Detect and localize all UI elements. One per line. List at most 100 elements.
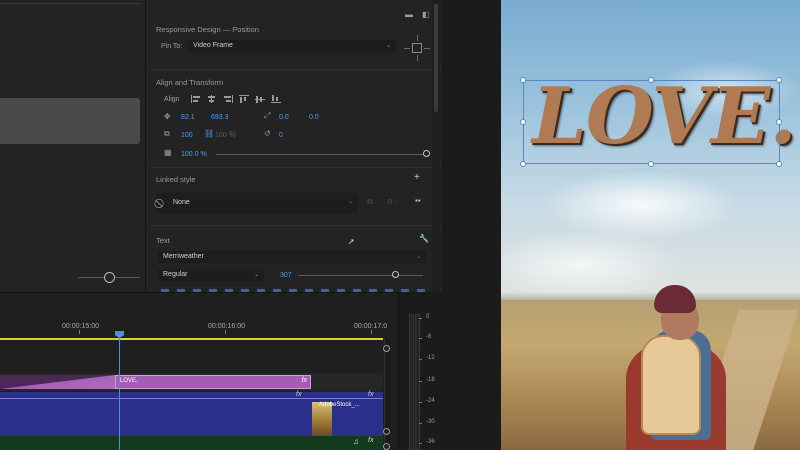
align-transform-title: Align and Transform bbox=[156, 78, 224, 87]
timecode-label: 00:00:17:0 bbox=[354, 323, 388, 330]
scale-icon: ⧉ bbox=[164, 129, 170, 138]
wrench-icon[interactable]: 🔧 bbox=[419, 235, 429, 243]
meter-channel-left bbox=[409, 314, 414, 450]
pin-to-label: Pin To: bbox=[161, 43, 183, 50]
playhead-handle[interactable] bbox=[115, 331, 124, 338]
panel-divider bbox=[0, 0, 140, 4]
chevron-down-icon: ⌄ bbox=[394, 199, 400, 205]
text-section-title: Text bbox=[156, 236, 170, 245]
db-tick bbox=[419, 359, 422, 360]
align-top-icon[interactable] bbox=[239, 95, 249, 103]
transform-handle[interactable] bbox=[776, 119, 782, 125]
font-family-dropdown[interactable]: Merriweather ⌄ bbox=[158, 251, 426, 263]
align-label: Align bbox=[164, 96, 180, 103]
position-x-value[interactable]: 82.1 bbox=[181, 114, 195, 121]
db-label: -18 bbox=[426, 377, 435, 383]
fx-badge[interactable]: fx bbox=[296, 391, 301, 398]
font-size-slider-knob[interactable] bbox=[392, 271, 399, 278]
transform-handle[interactable] bbox=[520, 119, 526, 125]
fx-badge[interactable]: fx bbox=[368, 391, 373, 398]
divider bbox=[151, 225, 441, 226]
responsive-design-title: Responsive Design — Position bbox=[156, 25, 259, 34]
clip-label: LOVE. bbox=[120, 378, 138, 384]
font-style-value: Regular bbox=[163, 271, 188, 278]
audio-meters: 0 -6 -12 -18 -24 -30 -36 bbox=[398, 292, 442, 450]
opacity-slider-knob[interactable] bbox=[423, 150, 430, 157]
essential-graphics-panel: ▬ ◧ Responsive Design — Position Pin To:… bbox=[145, 0, 442, 292]
grid-icon[interactable]: ▪▪ bbox=[415, 197, 421, 205]
db-label: -36 bbox=[426, 439, 435, 445]
font-size-slider-track[interactable] bbox=[298, 275, 423, 276]
anchor-point-icon: ⤢ bbox=[264, 111, 271, 120]
playhead[interactable] bbox=[119, 331, 120, 450]
pin-edges-widget[interactable] bbox=[402, 33, 432, 63]
rotation-icon: ↺ bbox=[264, 129, 271, 138]
transform-handle[interactable] bbox=[520, 77, 526, 83]
time-ruler-tick bbox=[225, 330, 226, 334]
db-tick bbox=[419, 402, 422, 403]
add-style-icon[interactable]: + bbox=[414, 173, 420, 183]
panel-placeholder[interactable] bbox=[0, 98, 140, 144]
transform-handle[interactable] bbox=[776, 77, 782, 83]
zoom-slider-knob[interactable] bbox=[104, 272, 115, 283]
divider bbox=[151, 167, 441, 168]
linked-style-dropdown[interactable]: ⃠ None ⌄ bbox=[156, 193, 358, 213]
scroll-knob[interactable] bbox=[383, 345, 390, 352]
track-divider bbox=[0, 398, 383, 399]
anchor-y-value[interactable]: 0.0 bbox=[309, 114, 319, 121]
db-label: 0 bbox=[426, 314, 430, 320]
db-label: -30 bbox=[426, 419, 435, 425]
align-left-icon[interactable] bbox=[191, 95, 201, 103]
panel-scrollbar[interactable] bbox=[432, 0, 440, 292]
position-y-value[interactable]: 693.3 bbox=[211, 114, 229, 121]
premiere-workspace: ▬ ◧ Responsive Design — Position Pin To:… bbox=[0, 0, 800, 450]
db-tick bbox=[419, 381, 422, 382]
anchor-x-value[interactable]: 0.0 bbox=[279, 114, 289, 121]
font-style-dropdown[interactable]: Regular ⌄ bbox=[158, 269, 264, 281]
hiker-backpack bbox=[641, 335, 701, 435]
text-bounding-box[interactable] bbox=[523, 80, 780, 164]
clip-label: AdobeStock_... bbox=[319, 402, 360, 408]
link-icon[interactable]: ⛓ bbox=[204, 130, 214, 138]
scale-width-value[interactable]: 100 bbox=[181, 132, 193, 139]
align-center-h-icon[interactable] bbox=[207, 95, 217, 103]
fx-badge[interactable]: fx bbox=[368, 437, 373, 444]
scroll-knob[interactable] bbox=[383, 428, 390, 435]
transform-handle[interactable] bbox=[520, 161, 526, 167]
transform-handle[interactable] bbox=[776, 161, 782, 167]
time-ruler-tick bbox=[79, 330, 80, 334]
opacity-icon: ▦ bbox=[164, 148, 172, 157]
source-panel bbox=[0, 0, 145, 292]
scrollbar-thumb[interactable] bbox=[434, 4, 438, 112]
transform-handle[interactable] bbox=[648, 77, 654, 83]
panel-gap bbox=[442, 0, 501, 450]
transform-handle[interactable] bbox=[648, 161, 654, 167]
linked-style-count: 0 bbox=[388, 199, 392, 206]
new-layer-icon[interactable]: ◧ bbox=[422, 11, 430, 19]
graphics-clip-love[interactable]: LOVE. fx bbox=[115, 375, 311, 389]
folder-icon[interactable]: ▬ bbox=[405, 11, 413, 19]
scroll-knob[interactable] bbox=[383, 443, 390, 450]
db-tick bbox=[419, 338, 422, 339]
pin-to-dropdown[interactable]: Video Frame ⌄ bbox=[188, 40, 396, 52]
time-ruler-tick bbox=[371, 330, 372, 334]
percent-icon: % bbox=[229, 130, 237, 139]
rotation-value[interactable]: 0 bbox=[279, 132, 283, 139]
chevron-down-icon: ⌄ bbox=[385, 43, 391, 49]
font-size-value[interactable]: 307 bbox=[280, 272, 292, 279]
opacity-value[interactable]: 100.0 % bbox=[181, 151, 207, 158]
work-area-bar[interactable] bbox=[0, 338, 383, 340]
align-right-icon[interactable] bbox=[223, 95, 233, 103]
linked-style-value: None bbox=[173, 199, 190, 206]
video-clip-adobestock[interactable]: AdobeStock_... bbox=[311, 402, 361, 437]
fx-badge[interactable]: fx bbox=[302, 377, 307, 384]
align-center-v-icon[interactable] bbox=[255, 95, 265, 103]
audio-track-1[interactable] bbox=[0, 436, 383, 450]
scale-height-value: 100 bbox=[215, 132, 227, 139]
meter-channel-right bbox=[415, 314, 420, 450]
program-monitor[interactable] bbox=[501, 0, 800, 450]
align-bottom-icon[interactable] bbox=[271, 95, 281, 103]
opacity-slider-track[interactable] bbox=[216, 154, 426, 155]
push-style-icon: ⧉ bbox=[367, 197, 373, 206]
cloud bbox=[501, 230, 681, 300]
